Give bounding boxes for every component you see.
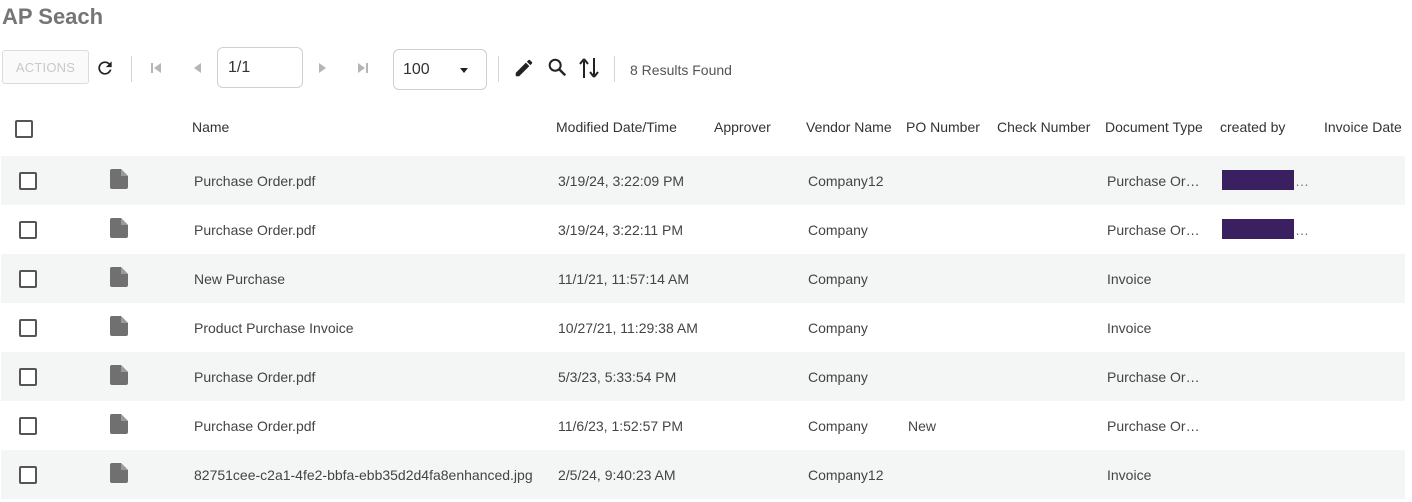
file-icon	[110, 267, 128, 292]
cell-document-type: Invoice	[1107, 467, 1152, 483]
redacted-created-by	[1222, 170, 1294, 190]
cell-document-type: Invoice	[1107, 320, 1152, 336]
table-row[interactable]: New Purchase 11/1/21, 11:57:14 AM Company I…	[1, 254, 1405, 303]
column-header-document-type[interactable]: Document Type	[1105, 119, 1203, 135]
cell-name[interactable]: Product Purchase Invoice	[194, 320, 354, 336]
column-header-approver[interactable]: Approver	[714, 119, 771, 135]
row-checkbox[interactable]	[19, 172, 37, 190]
file-icon	[110, 169, 128, 194]
row-checkbox[interactable]	[19, 368, 37, 386]
table-row[interactable]: Product Purchase Invoice 10/27/21, 11:29:…	[1, 303, 1405, 352]
column-header-invoice-date[interactable]: Invoice Date	[1324, 119, 1402, 135]
cell-name[interactable]: New Purchase	[194, 271, 285, 287]
cell-document-type: Purchase Or…	[1107, 418, 1200, 434]
table-row[interactable]: Purchase Order.pdf 3/19/24, 3:22:09 PM Com…	[1, 156, 1405, 205]
cell-modified: 5/3/23, 5:33:54 PM	[558, 369, 677, 385]
cell-vendor: Company	[808, 320, 868, 336]
table-row[interactable]: Purchase Order.pdf 3/19/24, 3:22:11 PM Com…	[1, 205, 1405, 254]
cell-modified: 2/5/24, 9:40:23 AM	[558, 467, 676, 483]
cell-created-by-ellipsis: …	[1295, 173, 1309, 189]
cell-name[interactable]: Purchase Order.pdf	[194, 418, 315, 434]
cell-modified: 3/19/24, 3:22:11 PM	[558, 222, 684, 238]
file-icon	[110, 218, 128, 243]
previous-page-icon[interactable]	[187, 58, 207, 78]
caret-down-icon	[458, 63, 470, 81]
cell-vendor: Company	[808, 271, 868, 287]
search-icon[interactable]	[545, 56, 569, 80]
cell-vendor: Company12	[808, 173, 884, 189]
cell-vendor: Company	[808, 418, 868, 434]
file-icon	[110, 414, 128, 439]
cell-modified: 3/19/24, 3:22:09 PM	[558, 173, 685, 189]
cell-document-type: Purchase Or…	[1107, 369, 1200, 385]
column-header-created-by[interactable]: created by	[1220, 119, 1285, 135]
column-header-name[interactable]: Name	[192, 119, 229, 135]
file-icon	[110, 316, 128, 341]
cell-modified: 10/27/21, 11:29:38 AM	[558, 320, 698, 336]
cell-document-type: Purchase Or…	[1107, 173, 1200, 189]
file-icon	[110, 463, 128, 488]
page-title: AP Seach	[2, 4, 104, 29]
row-checkbox[interactable]	[19, 270, 37, 288]
page-size-select[interactable]: 100	[393, 49, 487, 90]
file-icon	[110, 365, 128, 390]
cell-document-type: Purchase Or…	[1107, 222, 1200, 238]
row-checkbox[interactable]	[19, 221, 37, 239]
results-count: 8 Results Found	[630, 62, 732, 78]
edit-pencil-icon[interactable]	[512, 56, 536, 80]
page-number-input[interactable]: 1/1	[217, 47, 303, 88]
refresh-icon[interactable]	[94, 57, 116, 79]
row-checkbox[interactable]	[19, 466, 37, 484]
cell-vendor: Company	[808, 222, 868, 238]
table-row[interactable]: Purchase Order.pdf 11/6/23, 1:52:57 PM Com…	[1, 401, 1405, 450]
redacted-created-by	[1222, 219, 1294, 239]
cell-name[interactable]: 82751cee-c2a1-4fe2-bbfa-ebb35d2d4fa8enha…	[194, 467, 533, 483]
row-checkbox[interactable]	[19, 417, 37, 435]
row-checkbox[interactable]	[19, 319, 37, 337]
cell-created-by-ellipsis: …	[1295, 222, 1309, 238]
cell-vendor: Company12	[808, 467, 884, 483]
sort-icon[interactable]	[577, 55, 601, 81]
table-header: Name Modified Date/Time Approver Vendor …	[0, 104, 1412, 150]
next-page-icon[interactable]	[313, 58, 333, 78]
cell-name[interactable]: Purchase Order.pdf	[194, 369, 315, 385]
select-all-checkbox[interactable]	[15, 120, 33, 138]
cell-name[interactable]: Purchase Order.pdf	[194, 222, 315, 238]
table-row[interactable]: 82751cee-c2a1-4fe2-bbfa-ebb35d2d4fa8enha…	[1, 450, 1405, 499]
cell-modified: 11/1/21, 11:57:14 AM	[558, 271, 690, 287]
cell-vendor: Company	[808, 369, 868, 385]
column-header-vendor[interactable]: Vendor Name	[806, 119, 892, 135]
page-size-value: 100	[403, 60, 430, 78]
column-header-check-number[interactable]: Check Number	[997, 119, 1090, 135]
cell-name[interactable]: Purchase Order.pdf	[194, 173, 315, 189]
column-header-po-number[interactable]: PO Number	[906, 119, 980, 135]
actions-button[interactable]: ACTIONS	[2, 50, 89, 84]
cell-modified: 11/6/23, 1:52:57 PM	[558, 418, 684, 434]
table-row[interactable]: Purchase Order.pdf 5/3/23, 5:33:54 PM Comp…	[1, 352, 1405, 401]
first-page-icon[interactable]	[146, 58, 166, 78]
last-page-icon[interactable]	[353, 58, 373, 78]
cell-document-type: Invoice	[1107, 271, 1152, 287]
cell-po-number: New	[908, 418, 937, 434]
column-header-modified[interactable]: Modified Date/Time	[556, 119, 677, 135]
